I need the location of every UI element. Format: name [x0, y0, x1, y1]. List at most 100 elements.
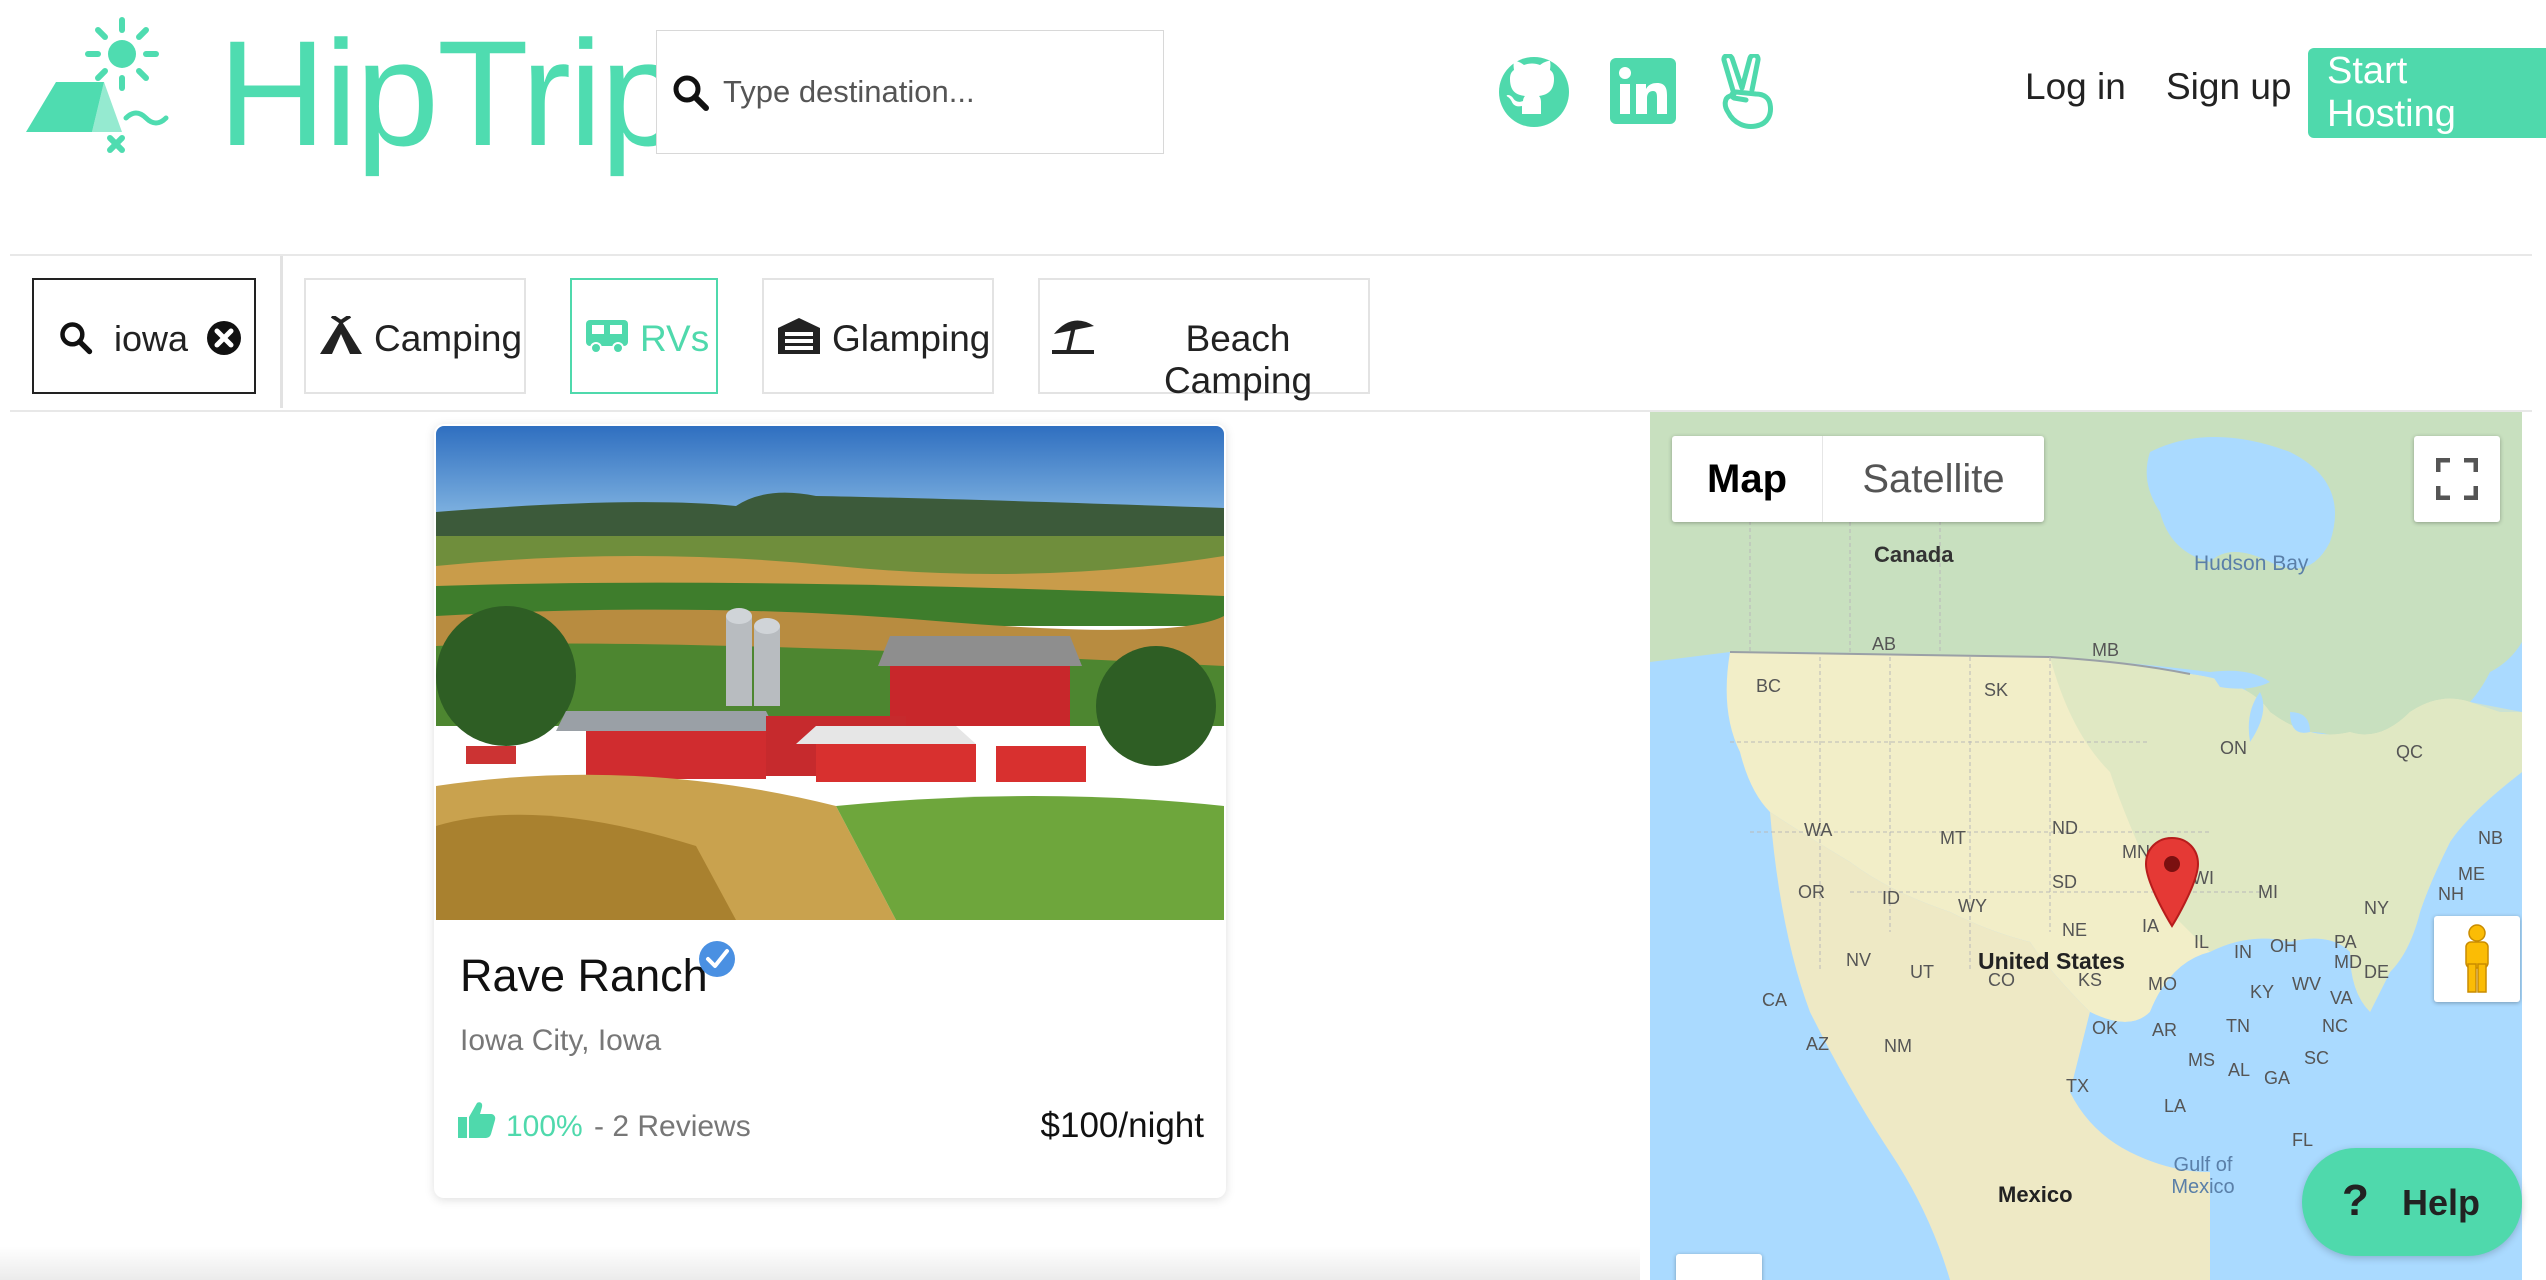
state-label: MS	[2188, 1050, 2215, 1070]
search-filter-value: iowa	[114, 318, 189, 359]
state-label: NH	[2438, 884, 2464, 904]
listing-reviews: - 2 Reviews	[594, 1110, 751, 1143]
angellist-icon[interactable]	[1720, 54, 1776, 130]
login-link[interactable]: Log in	[2025, 66, 2126, 108]
state-label: MO	[2148, 974, 2177, 994]
category-glamping[interactable]: Glamping	[762, 278, 994, 394]
state-label: KS	[2078, 970, 2103, 990]
state-label: GA	[2264, 1068, 2291, 1088]
map-label-mexico: Mexico	[1998, 1182, 2073, 1207]
state-label: NM	[1884, 1036, 1912, 1056]
state-label: IN	[2234, 942, 2252, 962]
state-label: OH	[2270, 936, 2297, 956]
fullscreen-button[interactable]	[2414, 436, 2500, 522]
map-pin-icon[interactable]	[2144, 836, 2200, 928]
hiptrip-logo[interactable]: HipTrip	[26, 14, 684, 168]
rv-icon	[586, 320, 628, 354]
category-label: RVs	[640, 318, 710, 359]
state-label: BC	[1756, 676, 1782, 696]
state-label: CA	[1762, 990, 1788, 1010]
signup-link[interactable]: Sign up	[2166, 66, 2292, 108]
linkedin-icon[interactable]	[1610, 58, 1676, 124]
state-label: OK	[2092, 1018, 2119, 1038]
category-beach-camping[interactable]: Beach Camping	[1038, 278, 1370, 401]
state-label: DE	[2364, 962, 2390, 982]
state-label: SC	[2304, 1048, 2330, 1068]
state-label: WV	[2292, 974, 2321, 994]
state-label: SD	[2052, 872, 2078, 892]
state-label: MB	[2092, 640, 2119, 660]
state-label: MI	[2258, 882, 2278, 902]
map-type-map[interactable]: Map	[1672, 436, 1822, 522]
help-button[interactable]: ? Help	[2302, 1148, 2522, 1256]
state-label: FL	[2292, 1130, 2314, 1150]
listing-photo[interactable]	[436, 426, 1224, 920]
state-label: VA	[2330, 988, 2353, 1008]
state-label: AR	[2152, 1020, 2178, 1040]
pegman-icon	[2465, 924, 2489, 993]
state-label: AB	[1872, 634, 1897, 654]
verified-badge-icon	[699, 941, 735, 977]
state-label: ON	[2220, 738, 2247, 758]
search-icon	[60, 322, 93, 355]
fullscreen-icon	[2436, 458, 2478, 500]
header-divider	[10, 254, 2532, 256]
zoom-control[interactable]	[1676, 1254, 1762, 1280]
listing-price: $100/night	[1040, 1106, 1204, 1145]
state-label: LA	[2164, 1096, 2187, 1116]
state-label: NY	[2364, 898, 2390, 918]
map-type-satellite[interactable]: Satellite	[1823, 436, 2044, 522]
destination-search[interactable]	[656, 30, 1164, 154]
start-hosting-button[interactable]: Start Hosting	[2308, 48, 2546, 138]
state-label: TN	[2226, 1016, 2250, 1036]
state-label: CO	[1988, 970, 2015, 990]
state-label: QC	[2396, 742, 2423, 762]
map-label-gulf: Gulf of Mexico	[2171, 1154, 2235, 1198]
state-label: WA	[1804, 820, 1833, 840]
logo-mark-icon	[26, 17, 169, 153]
listing-title[interactable]: Rave Ranch	[460, 950, 708, 1002]
category-rvs[interactable]: RVs	[570, 278, 718, 394]
github-icon[interactable]	[1498, 56, 1570, 128]
state-label: OR	[1798, 882, 1825, 902]
state-label: KY	[2250, 982, 2275, 1002]
category-camping[interactable]: Camping	[304, 278, 526, 394]
tent-icon	[320, 316, 362, 354]
state-label: ME	[2458, 864, 2485, 884]
state-label: WY	[1958, 896, 1987, 916]
listing-location: Iowa City, Iowa	[460, 1024, 662, 1057]
map-label-canada: Canada	[1874, 542, 1954, 567]
state-label: ID	[1882, 888, 1900, 908]
state-label: NV	[1846, 950, 1872, 970]
state-label: UT	[1910, 962, 1934, 982]
category-label: Beach Camping	[1163, 318, 1313, 401]
category-label: Camping	[374, 318, 523, 359]
clear-search-icon[interactable]	[206, 320, 242, 356]
state-label: SK	[1984, 680, 2009, 700]
state-label: ND	[2052, 818, 2078, 838]
state-label: TX	[2066, 1076, 2090, 1096]
map-label-hudson-bay: Hudson Bay	[2194, 552, 2309, 575]
filter-separator	[280, 256, 283, 408]
state-label: IL	[2194, 932, 2210, 952]
state-label: AL	[2228, 1060, 2251, 1080]
listing-card[interactable]: Rave Ranch Iowa City, Iowa 100% - 2 Revi…	[434, 424, 1226, 1198]
state-label: AZ	[1806, 1034, 1830, 1054]
help-label: Help	[2402, 1182, 2481, 1223]
listing-rating: 100%	[506, 1110, 583, 1143]
map-type-toggle[interactable]: Map Satellite	[1672, 436, 2044, 522]
help-icon: ?	[2342, 1176, 2369, 1225]
state-label: NE	[2062, 920, 2088, 940]
garage-icon	[778, 318, 820, 354]
thumbs-up-icon	[458, 1102, 496, 1138]
state-label: MD	[2334, 952, 2362, 972]
search-filter-chip[interactable]: iowa	[32, 278, 256, 394]
state-label: PA	[2334, 932, 2357, 952]
state-label: MT	[1940, 828, 1966, 848]
street-view-button[interactable]	[2434, 916, 2520, 1002]
bottom-shadow	[0, 1246, 1640, 1280]
logo-text: HipTrip	[218, 9, 684, 177]
destination-input[interactable]	[721, 59, 1145, 125]
state-label: NB	[2478, 828, 2504, 848]
umbrella-icon	[1052, 320, 1094, 354]
